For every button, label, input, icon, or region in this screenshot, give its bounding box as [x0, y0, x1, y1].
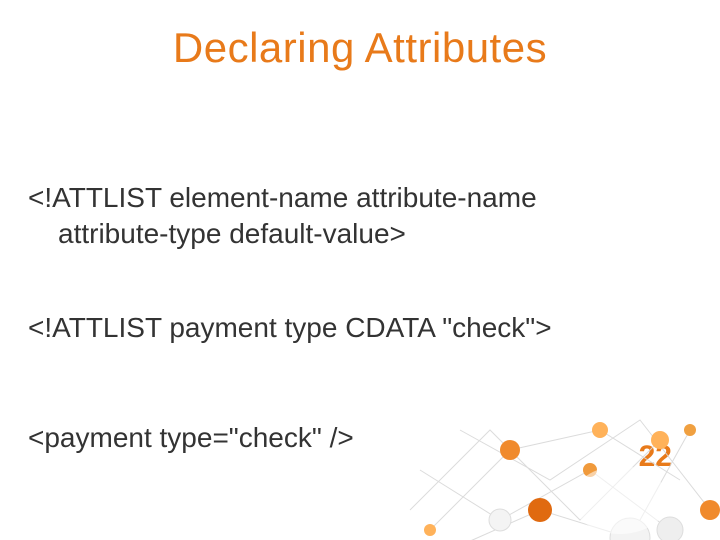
- code-line: <!ATTLIST payment type CDATA "check">: [28, 312, 552, 343]
- page-number: 22: [639, 440, 672, 474]
- code-block-example-element: <payment type="check" />: [28, 420, 692, 456]
- code-block-example-attlist: <!ATTLIST payment type CDATA "check">: [28, 310, 692, 346]
- code-line: <payment type="check" />: [28, 422, 354, 453]
- slide-title: Declaring Attributes: [0, 24, 720, 72]
- code-block-syntax: <!ATTLIST element-name attribute-name at…: [28, 180, 692, 253]
- slide: Declaring Attributes <!ATTLIST element-n…: [0, 0, 720, 540]
- code-line: attribute-type default-value>: [28, 216, 692, 252]
- code-line: <!ATTLIST element-name attribute-name: [28, 182, 537, 213]
